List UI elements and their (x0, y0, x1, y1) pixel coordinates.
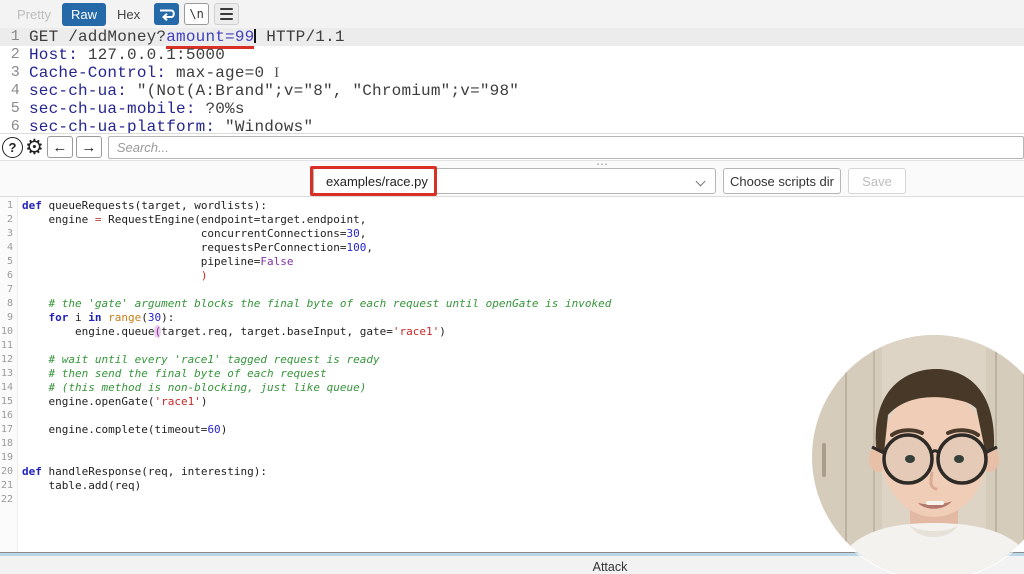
code-line: 2 engine = RequestEngine(endpoint=target… (6, 213, 367, 226)
forward-arrow-button[interactable]: → (75, 136, 102, 158)
chevron-down-icon (695, 176, 706, 187)
wrap-lines-button[interactable] (154, 3, 180, 25)
request-line: 1 GET /addMoney?amount=99 HTTP/1.1 (0, 28, 1024, 49)
request-line: 5 sec-ch-ua-mobile: ?0%s (10, 100, 245, 118)
request-line: 4 sec-ch-ua: "(Not(A:Brand";v="8", "Chrom… (10, 82, 520, 100)
newline-icon: \n (189, 7, 204, 21)
code-line: 4 requestsPerConnection=100, (6, 241, 374, 254)
script-header: ⋯ examples/race.py Choose scripts dir Sa… (0, 157, 1024, 197)
code-line: 3 concurrentConnections=30, (6, 227, 367, 240)
code-line: 5 pipeline=False (6, 255, 294, 268)
script-select-value: examples/race.py (326, 173, 428, 189)
request-line: 2 Host: 127.0.0.1:5000 (10, 46, 226, 64)
gear-icon[interactable]: ⚙ (25, 135, 44, 160)
search-toolbar: ? ⚙ ← → (0, 133, 1024, 160)
newline-toggle-button[interactable]: \n (184, 3, 210, 25)
menu-icon (220, 8, 234, 20)
attack-button-label: Attack (592, 560, 628, 574)
tab-pretty[interactable]: Pretty (8, 3, 60, 26)
back-arrow-button[interactable]: ← (46, 136, 73, 158)
request-line: 6 sec-ch-ua-platform: "Windows" (10, 118, 314, 133)
search-input[interactable] (107, 135, 1024, 159)
request-editor-tabbar: Pretty Raw Hex \n (0, 0, 1024, 28)
http-request-editor[interactable]: 1 GET /addMoney?amount=99 HTTP/1.1 2 Host: … (0, 28, 1024, 133)
forward-arrow-icon: → (81, 138, 97, 156)
code-line: 7 (6, 284, 13, 295)
help-icon[interactable]: ? (2, 136, 23, 158)
tab-hex[interactable]: Hex (108, 3, 149, 26)
script-select-dropdown[interactable]: examples/race.py (313, 168, 716, 194)
code-line: 9 for i in range(30): (6, 311, 175, 324)
tab-raw[interactable]: Raw (61, 2, 106, 26)
code-line: 6 ) (6, 269, 208, 282)
choose-scripts-dir-button[interactable]: Choose scripts dir (723, 168, 841, 194)
request-menu-button[interactable] (214, 3, 240, 25)
code-line: 10 engine.queue(target.req, target.baseI… (0, 325, 446, 338)
back-arrow-icon: ← (52, 138, 68, 156)
turbo-intruder-window: Pretty Raw Hex \n 1 GET /addMoney?amount=… (0, 0, 1024, 574)
wrap-lines-icon (157, 6, 176, 23)
code-line: 1 def queueRequests(target, wordlists): (6, 199, 268, 212)
code-line: 11 (0, 340, 13, 351)
request-line: 3 Cache-Control: max-age=0 I (10, 64, 280, 82)
code-line: 8 # the 'gate' argument blocks the final… (6, 297, 612, 310)
save-button[interactable]: Save (848, 168, 906, 194)
